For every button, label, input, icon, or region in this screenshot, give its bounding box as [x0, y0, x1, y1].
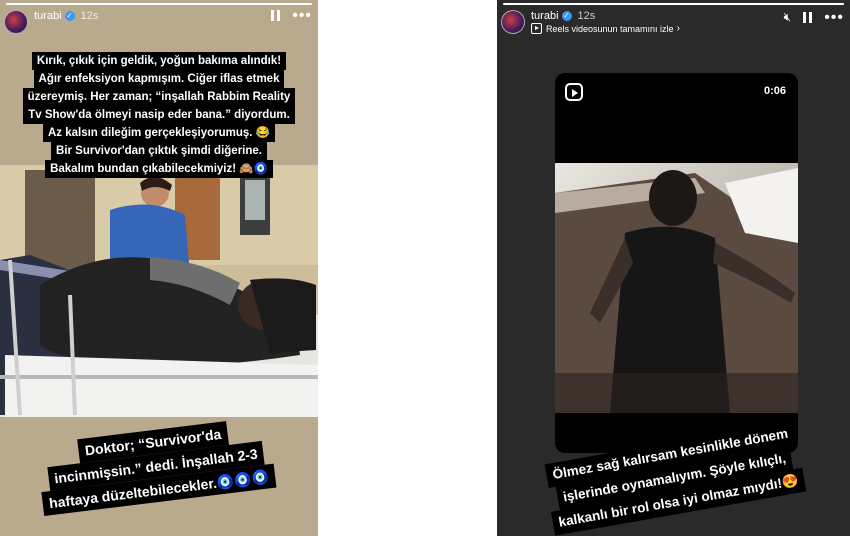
caption-line: üzereymiş. Her zaman; “inşallah Rabbim R… — [22, 88, 296, 106]
username[interactable]: turabi — [34, 10, 62, 22]
caption-line: Ağır enfeksiyon kapmışım. Ciğer iflas et… — [33, 70, 285, 88]
more-options-icon[interactable]: ••• — [292, 7, 312, 23]
story-right[interactable]: turabi ✓ 12s Reels videosunun tamamını i… — [497, 0, 850, 536]
caption-line: Az kalsın dileğim gerçekleşiyorumuş. 😂 — [42, 124, 276, 142]
caption-line: Bir Survivor'dan çıktık şimdi diğerine. — [51, 142, 267, 160]
story-header: turabi ✓ 12s Reels videosunun tamamını i… — [501, 9, 844, 38]
reels-link[interactable]: Reels videosunun tamamını izle › — [531, 23, 680, 34]
pause-icon[interactable] — [271, 10, 281, 21]
timestamp: 12s — [577, 10, 596, 22]
reels-link-label: Reels videosunun tamamını izle — [546, 23, 674, 34]
timestamp: 12s — [80, 10, 99, 22]
username[interactable]: turabi — [531, 10, 559, 22]
story-left[interactable]: turabi ✓ 12s ••• Kırık, çıkık için geldi… — [0, 0, 318, 536]
avatar[interactable] — [501, 10, 525, 34]
pause-icon[interactable] — [803, 12, 813, 23]
story-header: turabi ✓ 12s ••• — [4, 7, 312, 38]
story-meta: turabi ✓ 12s Reels videosunun tamamını i… — [531, 10, 680, 34]
story-meta: turabi ✓ 12s — [34, 10, 98, 22]
avatar[interactable] — [4, 10, 28, 34]
reels-icon — [565, 83, 583, 101]
caption-line: Tv Show'da ölmeyi nasip eder bana.” diyo… — [23, 106, 295, 124]
caption-top: Kırık, çıkık için geldik, yoğun bakıma a… — [0, 52, 318, 178]
story-progress-bar — [6, 3, 312, 5]
caption-bottom: Doktor; “Survivor'da incinmişsin.” dedi.… — [3, 412, 310, 520]
reels-icon — [531, 23, 542, 34]
story-progress-bar — [503, 3, 844, 5]
reel-frame — [555, 163, 798, 413]
reel-duration: 0:06 — [763, 85, 786, 97]
verified-badge-icon: ✓ — [561, 11, 572, 21]
caption-line: Kırık, çıkık için geldik, yoğun bakıma a… — [31, 52, 287, 70]
verified-badge-icon: ✓ — [64, 11, 75, 21]
chevron-right-icon: › — [676, 23, 680, 34]
caption-line: Bakalım bundan çıkabilecekmiyiz! 🙈🧿 — [45, 160, 273, 178]
reel-preview[interactable]: 0:06 — [555, 73, 798, 453]
more-options-icon[interactable]: ••• — [824, 9, 844, 25]
mute-icon[interactable]: 🔇︎ — [784, 10, 792, 25]
hospital-photo — [0, 165, 318, 417]
